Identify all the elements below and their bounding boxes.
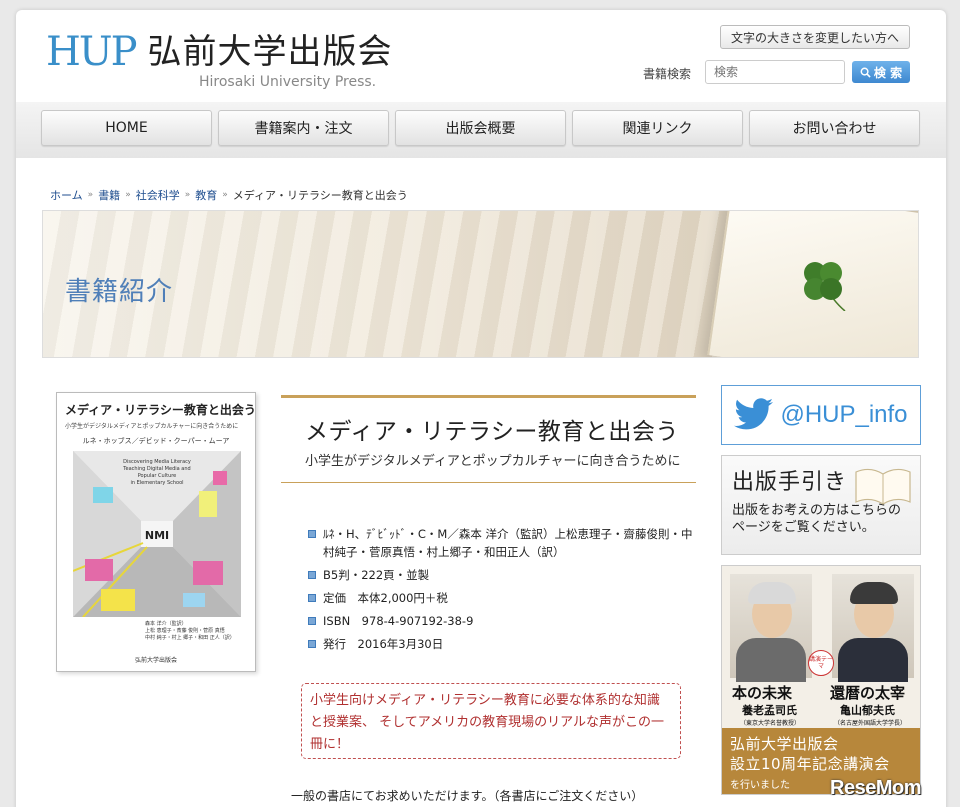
site-logo[interactable]: HUP 弘前大学出版会 <box>46 32 393 72</box>
nav-links[interactable]: 関連リンク <box>572 110 743 146</box>
breadcrumb-separator-icon: » <box>222 190 228 200</box>
twitter-bird-icon <box>734 398 774 430</box>
site-title: 弘前大学出版会 <box>147 32 393 72</box>
search-button-label: 検 索 <box>873 65 903 80</box>
nav-books[interactable]: 書籍案内・注文 <box>218 110 389 146</box>
speaker-affiliation-right: （名古屋外国語大学学長） <box>834 720 907 727</box>
detail-price: 定価 本体2,000円＋税 <box>308 589 698 607</box>
bullet-icon <box>308 617 316 625</box>
breadcrumb-current: メディア・リテラシー教育と出会う <box>232 189 408 202</box>
cover-subtitle: 小学生がデジタルメディアとポップカルチャーに向き合うために <box>65 423 239 430</box>
publishing-guide-banner[interactable]: 出版手引き 出版をお考えの方はこちらのページをご覧ください。 <box>721 455 921 555</box>
clover-icon <box>804 262 846 311</box>
bullet-icon <box>308 640 316 648</box>
font-size-button[interactable]: 文字の大きさを変更したい方へ <box>720 25 910 49</box>
detail-isbn: ISBN 978-4-907192-38-9 <box>308 612 698 630</box>
book-details: ﾙﾈ・H、ﾃﾞﾋﾞｯﾄﾞ・C・M／森本 洋介（監訳）上松恵理子・齋藤俊則・中村純… <box>308 525 698 658</box>
nav-home[interactable]: HOME <box>41 110 212 146</box>
detail-published: 発行 2016年3月30日 <box>308 635 698 653</box>
guide-text: 出版をお考えの方はこちらのページをご覧ください。 <box>732 503 902 535</box>
cover-authors: ルネ・ホッブス／デビッド・クーパー・ムーア <box>82 437 230 445</box>
page: HUP 弘前大学出版会 Hirosaki University Press. 文… <box>16 10 946 807</box>
cover-publisher: 弘前大学出版会 <box>134 657 177 664</box>
breadcrumb-books[interactable]: 書籍 <box>98 187 120 203</box>
lecture-title-left: 本の未来 <box>732 684 793 702</box>
detail-format: B5判・222頁・並製 <box>308 566 698 584</box>
search-icon <box>860 67 871 78</box>
cover-english-title: Discovering Media Literacy Teaching Digi… <box>123 459 191 486</box>
speaker-affiliation-left: （東京大学名誉教授） <box>740 720 801 727</box>
book-title: メディア・リテラシー教育と出会う <box>305 419 679 445</box>
hero-title: 書籍紹介 <box>65 277 174 307</box>
svg-text:NMI: NMI <box>145 529 169 542</box>
open-book-icon <box>855 468 911 505</box>
breadcrumb-home[interactable]: ホーム <box>50 187 83 203</box>
nav-contact[interactable]: お問い合わせ <box>749 110 920 146</box>
cover-artwork: NMI Discovering Media Literacy Teaching … <box>73 451 241 617</box>
purchase-note: 一般の書店にてお求めいただけます。（各書店にご注文ください） <box>291 789 644 803</box>
breadcrumb-separator-icon: » <box>125 190 131 200</box>
hero-banner: 書籍紹介 <box>42 210 919 358</box>
breadcrumb-education[interactable]: 教育 <box>195 187 217 203</box>
book-header: メディア・リテラシー教育と出会う 小学生がデジタルメディアとポップカルチャーに向… <box>281 395 696 483</box>
detail-authors: ﾙﾈ・H、ﾃﾞﾋﾞｯﾄﾞ・C・M／森本 洋介（監訳）上松恵理子・齋藤俊則・中村純… <box>308 525 698 561</box>
search-button[interactable]: 検 索 <box>852 61 910 83</box>
twitter-banner[interactable]: @HUP_info <box>721 385 921 445</box>
speaker-portrait-left <box>730 574 812 682</box>
lecture-title-right: 還暦の太宰 <box>830 684 906 702</box>
search-label: 書籍検索 <box>643 67 692 81</box>
breadcrumb: ホーム » 書籍 » 社会科学 » 教育 » メディア・リテラシー教育と出会う <box>50 187 408 203</box>
bullet-icon <box>308 530 316 538</box>
nav-about[interactable]: 出版会概要 <box>395 110 566 146</box>
cover-editors: 森本 洋介（監訳） 上松 恵理子・斎藤 俊則・菅原 真悟 中村 純子・村上 郷子… <box>145 621 235 641</box>
promo-box: 小学生向けメディア・リテラシー教育に必要な体系的な知識と授業案、 そしてアメリカ… <box>301 683 681 759</box>
bullet-icon <box>308 594 316 602</box>
main-nav: HOME 書籍案内・注文 出版会概要 関連リンク お問い合わせ <box>41 110 920 146</box>
breadcrumb-separator-icon: » <box>184 190 191 200</box>
site-subtitle: Hirosaki University Press. <box>199 74 377 90</box>
resemom-watermark: ReseMom <box>830 777 921 799</box>
speaker-name-left: 養老孟司氏 <box>742 704 797 717</box>
twitter-handle: @HUP_info <box>780 401 908 428</box>
search-input[interactable] <box>705 60 845 84</box>
theme-badge: 講演テーマ <box>808 650 834 676</box>
book-cover: メディア・リテラシー教育と出会う 小学生がデジタルメディアとポップカルチャーに向… <box>56 392 256 672</box>
anniversary-lecture-banner[interactable]: 講演テーマ 本の未来 還暦の太宰 養老孟司氏 亀山郁夫氏 （東京大学名誉教授） … <box>721 565 921 795</box>
logo-mark: HUP <box>46 29 138 75</box>
speaker-portrait-right <box>832 574 914 682</box>
speaker-name-right: 亀山郁夫氏 <box>840 704 895 717</box>
book-subtitle: 小学生がデジタルメディアとポップカルチャーに向き合うために <box>305 454 681 469</box>
bullet-icon <box>308 571 316 579</box>
breadcrumb-social-science[interactable]: 社会科学 <box>136 187 180 203</box>
breadcrumb-separator-icon: » <box>87 190 94 200</box>
cover-title: メディア・リテラシー教育と出会う <box>65 403 256 417</box>
